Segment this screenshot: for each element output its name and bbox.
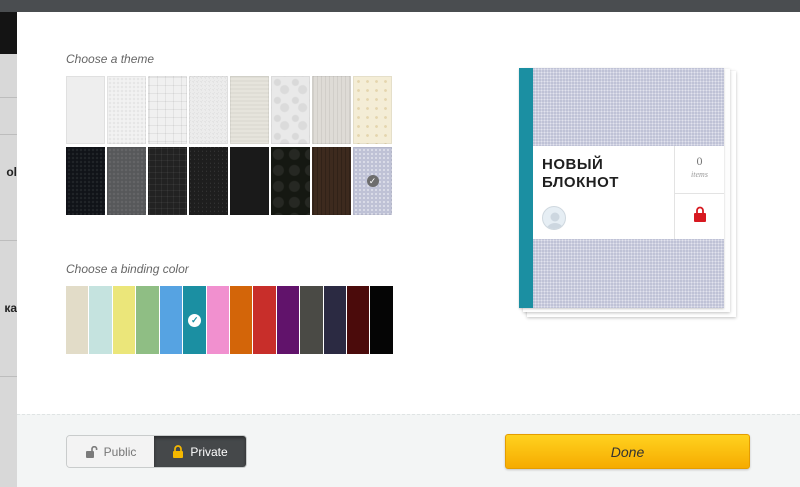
theme-section-label: Choose a theme xyxy=(66,52,155,66)
theme-tile-lavender-dots[interactable]: ✓ xyxy=(353,147,392,215)
lock-icon xyxy=(173,445,184,458)
theme-tile-beige-linen[interactable] xyxy=(230,76,269,144)
backdrop-left-strip xyxy=(0,12,17,487)
theme-tile-black-leather[interactable] xyxy=(66,147,105,215)
theme-tile-cream-dots[interactable] xyxy=(353,76,392,144)
item-count: 0 xyxy=(696,154,703,168)
theme-tile-white-floral[interactable] xyxy=(271,76,310,144)
theme-tile-black-damask[interactable] xyxy=(271,147,310,215)
avatar xyxy=(542,206,566,230)
theme-tile-black-plain[interactable] xyxy=(230,147,269,215)
backdrop-top-bar xyxy=(0,0,800,12)
selected-check-icon: ✓ xyxy=(366,175,379,187)
binding-color-swatch[interactable] xyxy=(66,286,89,354)
binding-section-label: Choose a binding color xyxy=(66,262,189,276)
binding-color-swatch[interactable] xyxy=(323,286,347,354)
backdrop-dark-header xyxy=(0,12,17,54)
theme-tile-white-diagonal[interactable] xyxy=(189,76,228,144)
binding-color-swatch[interactable] xyxy=(300,286,323,354)
theme-tile-black-pinstripe[interactable] xyxy=(189,147,228,215)
binding-color-swatch[interactable] xyxy=(253,286,276,354)
notebook-title: НОВЫЙ БЛОКНОТ xyxy=(542,156,619,191)
binding-color-swatch[interactable] xyxy=(276,286,300,354)
binding-color-swatch[interactable] xyxy=(347,286,370,354)
theme-tile-dark-wood[interactable] xyxy=(312,147,351,215)
notebook-binding xyxy=(519,68,533,308)
notebook-label: НОВЫЙ БЛОКНОТ 0 items xyxy=(533,146,724,239)
backdrop-divider xyxy=(0,376,17,377)
backdrop-text: ol xyxy=(6,165,17,179)
theme-grid: ✓ xyxy=(66,76,394,216)
private-lock-icon xyxy=(694,206,706,222)
binding-color-swatch[interactable] xyxy=(370,286,393,354)
public-label: Public xyxy=(103,444,137,459)
public-button[interactable]: Public xyxy=(67,436,155,467)
binding-color-swatch[interactable] xyxy=(206,286,229,354)
binding-color-swatch[interactable] xyxy=(136,286,159,354)
backdrop-divider xyxy=(0,240,17,241)
binding-color-swatch[interactable] xyxy=(112,286,136,354)
theme-tile-white-texture[interactable] xyxy=(107,76,146,144)
backdrop-divider xyxy=(0,134,17,135)
binding-color-row: ✓ xyxy=(66,286,393,354)
unlock-icon xyxy=(85,445,98,458)
label-divider xyxy=(674,193,724,194)
private-button[interactable]: Private xyxy=(154,436,246,467)
binding-color-swatch[interactable]: ✓ xyxy=(183,286,206,354)
backdrop-divider xyxy=(0,97,17,98)
binding-color-swatch[interactable] xyxy=(229,286,253,354)
user-avatar-icon xyxy=(546,212,564,229)
private-label: Private xyxy=(190,444,228,459)
theme-tile-black-mesh[interactable] xyxy=(148,147,187,215)
theme-tile-white-grid[interactable] xyxy=(148,76,187,144)
theme-tile-wood-light[interactable] xyxy=(312,76,351,144)
backdrop-text: ка xyxy=(4,301,17,315)
binding-color-swatch[interactable] xyxy=(159,286,183,354)
done-button[interactable]: Done xyxy=(505,434,750,469)
theme-tile-grey-felt[interactable] xyxy=(107,147,146,215)
notebook-preview: НОВЫЙ БЛОКНОТ 0 items xyxy=(519,68,724,308)
binding-color-swatch[interactable] xyxy=(89,286,112,354)
privacy-toggle: Public Private xyxy=(66,435,247,468)
theme-tile-white-plain[interactable] xyxy=(66,76,105,144)
item-count-label: items xyxy=(691,170,708,179)
selected-check-icon: ✓ xyxy=(188,314,202,327)
